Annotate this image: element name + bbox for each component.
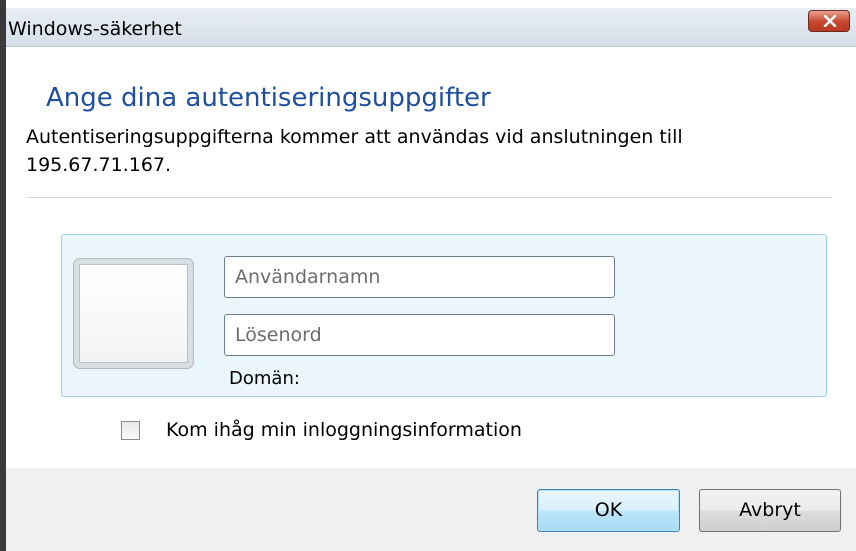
remember-credentials[interactable]: Kom ihåg min inloggningsinformation <box>121 419 522 441</box>
remember-label: Kom ihåg min inloggningsinformation <box>166 419 522 441</box>
password-input[interactable] <box>224 314 615 356</box>
domain-label: Domän: <box>229 368 300 389</box>
close-icon <box>823 15 837 27</box>
security-dialog: Windows-säkerhet Ange dina autentisering… <box>0 0 856 551</box>
dialog-description: Autentiseringsuppgifterna kommer att anv… <box>26 126 683 176</box>
window-title: Windows-säkerhet <box>8 18 182 40</box>
dialog-heading: Ange dina autentiseringsuppgifter <box>46 83 491 113</box>
title-bar: Windows-säkerhet <box>6 8 856 47</box>
separator <box>26 197 832 198</box>
cancel-button[interactable]: Avbryt <box>699 489 841 532</box>
remember-checkbox[interactable] <box>121 420 140 440</box>
close-button[interactable] <box>808 10 850 32</box>
ok-button[interactable]: OK <box>537 489 680 532</box>
username-input[interactable] <box>224 256 615 298</box>
user-tile-icon <box>73 258 194 369</box>
